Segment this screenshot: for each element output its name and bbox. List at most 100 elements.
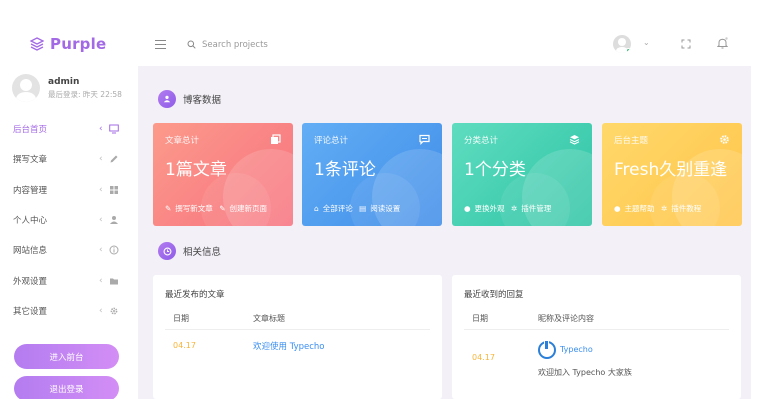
person-icon bbox=[109, 215, 119, 225]
all-comments-link[interactable]: 全部评论 bbox=[323, 204, 353, 213]
card-value: Fresh久别重逢 bbox=[614, 160, 728, 180]
home-icon: ⌂ bbox=[314, 204, 319, 213]
chevron-left-icon: ‹ bbox=[99, 275, 103, 286]
column-header-date: 日期 bbox=[472, 314, 488, 323]
sidebar-item-site-info[interactable]: 网站信息 ‹ bbox=[0, 235, 138, 265]
post-date: 04.17 bbox=[173, 341, 196, 350]
gear-icon bbox=[109, 306, 119, 316]
column-header-title: 文章标题 bbox=[253, 314, 285, 323]
sidebar: Purple admin 最后登录: 昨天 22:58 后台首页 ‹ 撰写文章 … bbox=[0, 0, 138, 399]
gear-icon bbox=[719, 134, 730, 148]
panel-title: 最近收到的回复 bbox=[464, 290, 524, 300]
section-title: 相关信息 bbox=[183, 247, 222, 258]
last-login: 最后登录: 昨天 22:58 bbox=[48, 89, 122, 99]
sidebar-item-label: 撰写文章 bbox=[13, 155, 48, 166]
chevron-left-icon: ‹ bbox=[99, 154, 103, 165]
chevron-left-icon: ‹ bbox=[99, 305, 103, 316]
stat-card-categories: 分类总计 1个分类 ● 更换外观 ✲ 插件管理 bbox=[452, 123, 592, 226]
recent-posts-panel: 最近发布的文章 日期 文章标题 04.17 欢迎使用 Typecho bbox=[153, 275, 442, 399]
brand-name: Purple bbox=[50, 35, 107, 53]
sidebar-item-label: 内容管理 bbox=[13, 185, 48, 196]
layers-icon bbox=[30, 37, 44, 51]
monitor-icon bbox=[109, 124, 119, 134]
recent-replies-panel: 最近收到的回复 日期 昵称及评论内容 04.17 Typecho 欢迎加入 Ty… bbox=[452, 275, 741, 399]
card-links: ● 更换外观 ✲ 插件管理 bbox=[464, 203, 555, 214]
sidebar-item-label: 其它设置 bbox=[13, 306, 48, 317]
person-icon bbox=[158, 90, 176, 108]
avatar[interactable] bbox=[12, 74, 40, 102]
change-theme-link[interactable]: 更换外观 bbox=[475, 204, 505, 213]
stat-card-comments: 评论总计 1条评论 ⌂ 全部评论 ▤ 阅读设置 bbox=[302, 123, 442, 226]
palette-icon: ● bbox=[464, 204, 471, 213]
column-header-date: 日期 bbox=[173, 314, 189, 323]
user-name: admin bbox=[48, 76, 80, 87]
pencil-icon: ✎ bbox=[165, 204, 172, 213]
folder-icon bbox=[109, 276, 119, 286]
user-profile: admin 最后登录: 昨天 22:58 bbox=[12, 74, 122, 102]
card-label: 分类总计 bbox=[464, 136, 499, 146]
sidebar-item-label: 后台首页 bbox=[13, 125, 48, 136]
enter-site-button[interactable]: 进入前台 bbox=[14, 344, 119, 369]
copy-icon bbox=[270, 134, 281, 148]
logout-button[interactable]: 退出登录 bbox=[14, 376, 119, 399]
sidebar-item-settings[interactable]: 其它设置 ‹ bbox=[0, 296, 138, 326]
comment-icon bbox=[419, 134, 430, 148]
post-title-link[interactable]: 欢迎使用 Typecho bbox=[253, 340, 325, 352]
sidebar-item-content[interactable]: 内容管理 ‹ bbox=[0, 175, 138, 205]
stat-card-posts: 文章总计 1篇文章 ✎ 撰写新文章 ✎ 创建新页面 bbox=[153, 123, 293, 226]
sidebar-item-appearance[interactable]: 外观设置 ‹ bbox=[0, 265, 138, 295]
sidebar-item-label: 网站信息 bbox=[13, 246, 48, 257]
clock-icon bbox=[158, 242, 176, 260]
pencil-icon bbox=[109, 154, 119, 164]
sidebar-item-dashboard[interactable]: 后台首页 ‹ bbox=[0, 114, 138, 144]
palette-icon: ● bbox=[614, 204, 621, 213]
menu-icon[interactable] bbox=[155, 40, 166, 49]
main-content: 博客数据 文章总计 1篇文章 ✎ 撰写新文章 ✎ 创建新页面 评论总计 1条评论 ⌂… bbox=[138, 66, 751, 399]
card-value: 1篇文章 bbox=[165, 160, 227, 180]
chevron-down-icon[interactable]: ⌄ bbox=[643, 38, 650, 47]
card-label: 评论总计 bbox=[314, 136, 349, 146]
sidebar-item-label: 外观设置 bbox=[13, 276, 48, 287]
sidebar-nav: 后台首页 ‹ 撰写文章 ‹ 内容管理 ‹ 个人中心 ‹ 网站信息 ‹ 外观设置 … bbox=[0, 114, 138, 326]
section-related-info: 相关信息 bbox=[158, 242, 221, 260]
card-value: 1条评论 bbox=[314, 160, 376, 180]
card-links: ● 主题帮助 ✲ 插件教程 bbox=[614, 203, 705, 214]
reading-settings-link[interactable]: 阅读设置 bbox=[370, 204, 400, 213]
column-header-comment: 昵称及评论内容 bbox=[538, 314, 594, 323]
reply-author-link[interactable]: Typecho bbox=[560, 345, 593, 354]
doc-icon: ▤ bbox=[359, 204, 367, 213]
plugin-manage-link[interactable]: 插件管理 bbox=[521, 204, 551, 213]
chevron-left-icon: ‹ bbox=[99, 184, 103, 195]
reply-date: 04.17 bbox=[472, 353, 495, 362]
table-header: 日期 昵称及评论内容 bbox=[464, 313, 729, 330]
user-avatar-button[interactable] bbox=[613, 35, 631, 53]
gear-icon: ✲ bbox=[660, 204, 668, 213]
reply-text: 欢迎加入 Typecho 大家族 bbox=[538, 368, 632, 377]
card-links: ✎ 撰写新文章 ✎ 创建新页面 bbox=[165, 203, 271, 214]
bell-icon[interactable] bbox=[717, 37, 728, 49]
card-label: 后台主题 bbox=[614, 136, 649, 146]
online-status-dot bbox=[626, 48, 631, 53]
panel-title: 最近发布的文章 bbox=[165, 290, 225, 300]
card-value: 1个分类 bbox=[464, 160, 526, 180]
write-post-link[interactable]: 撰写新文章 bbox=[175, 204, 213, 213]
sidebar-item-profile[interactable]: 个人中心 ‹ bbox=[0, 205, 138, 235]
typecho-logo-icon bbox=[538, 341, 556, 359]
stat-card-theme: 后台主题 Fresh久别重逢 ● 主题帮助 ✲ 插件教程 bbox=[602, 123, 742, 226]
gear-icon: ✲ bbox=[510, 204, 518, 213]
card-label: 文章总计 bbox=[165, 136, 200, 146]
chevron-left-icon: ‹ bbox=[99, 215, 103, 226]
card-links: ⌂ 全部评论 ▤ 阅读设置 bbox=[314, 203, 404, 214]
logo[interactable]: Purple bbox=[30, 35, 106, 53]
chevron-left-icon: ‹ bbox=[99, 124, 103, 135]
search-input[interactable] bbox=[202, 37, 362, 53]
plugin-tutorial-link[interactable]: 插件教程 bbox=[671, 204, 701, 213]
pencil-icon: ✎ bbox=[219, 204, 226, 213]
fullscreen-icon[interactable] bbox=[681, 39, 691, 49]
search-icon bbox=[187, 40, 196, 49]
theme-help-link[interactable]: 主题帮助 bbox=[625, 204, 655, 213]
sidebar-item-write[interactable]: 撰写文章 ‹ bbox=[0, 144, 138, 174]
new-page-link[interactable]: 创建新页面 bbox=[229, 204, 267, 213]
layers-icon bbox=[569, 134, 580, 148]
chevron-left-icon: ‹ bbox=[99, 245, 103, 256]
